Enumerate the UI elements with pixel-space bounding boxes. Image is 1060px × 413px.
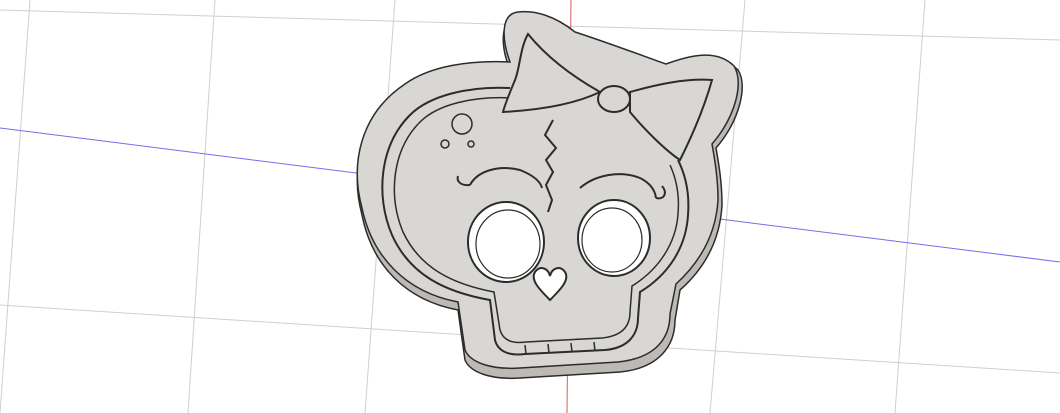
grid-line (187, 0, 216, 413)
cookie-cutter-model[interactable] (356, 10, 743, 380)
right-eye-socket (577, 199, 651, 277)
bow-knot (597, 85, 631, 113)
tooth-divider (547, 343, 550, 354)
grid-line (894, 0, 926, 413)
grid-line (0, 0, 31, 413)
scene[interactable] (0, 0, 1060, 413)
3d-viewport[interactable] (0, 0, 1060, 413)
highlight-bubble-tiny (467, 140, 475, 148)
tooth-divider (570, 342, 573, 353)
tooth-divider (524, 344, 527, 355)
highlight-bubble-small (440, 139, 450, 149)
highlight-bubble-large (451, 113, 473, 135)
tooth-divider (593, 341, 596, 352)
left-eye-socket (467, 201, 545, 283)
